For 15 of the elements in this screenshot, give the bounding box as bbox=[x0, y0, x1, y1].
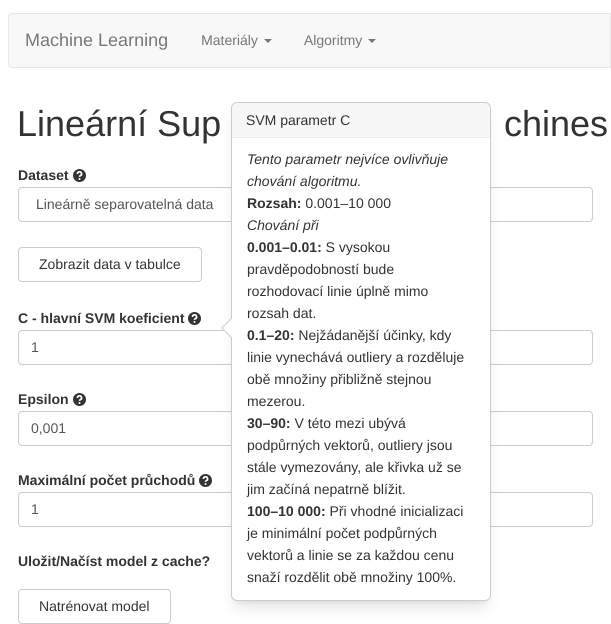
popover-text: Tento parametr nejvíce ovlivňuje chování algoritmu. bbox=[247, 150, 450, 191]
field-label: Dataset bbox=[18, 167, 69, 183]
page-title: Lineární Sup bbox=[17, 102, 222, 146]
popover-text: Rozsah: 0.001–10 000 bbox=[247, 194, 392, 213]
page-title: chines bbox=[504, 102, 608, 146]
popover-text: Chování při bbox=[247, 216, 320, 235]
popover-text: 30–90: V této mezi ubývá podpůrných vektorů, outliery jsou stále vymezovány, ale křivka už se jim začíná nepatrně blížit. bbox=[247, 414, 462, 499]
field-label: Uložit/Načíst model z cache? bbox=[18, 553, 210, 569]
popover-text: 0.1–20: Nejžádanější účinky, kdy linie vynechává outliery a rozděluje obě množiny přibližně stejnou mezerou. bbox=[247, 326, 466, 411]
field-label: Maximální počet průchodů bbox=[18, 472, 196, 488]
popover-title: SVM parametr C bbox=[232, 103, 490, 138]
field-label: Epsilon bbox=[18, 391, 69, 407]
popover-text: 100–10 000: Při vhodné inicializaci je minimální počet podpůrných vektorů a linie se za každou cenu snaží rozdělit obě množiny 100%. bbox=[247, 502, 464, 587]
popover-text: 0.001–0.01: S vysokou pravděpodobností bude rozhodovací linie úplně mimo rozsah dat. bbox=[247, 238, 430, 323]
field-label: C - hlavní SVM koeficient bbox=[18, 310, 184, 326]
